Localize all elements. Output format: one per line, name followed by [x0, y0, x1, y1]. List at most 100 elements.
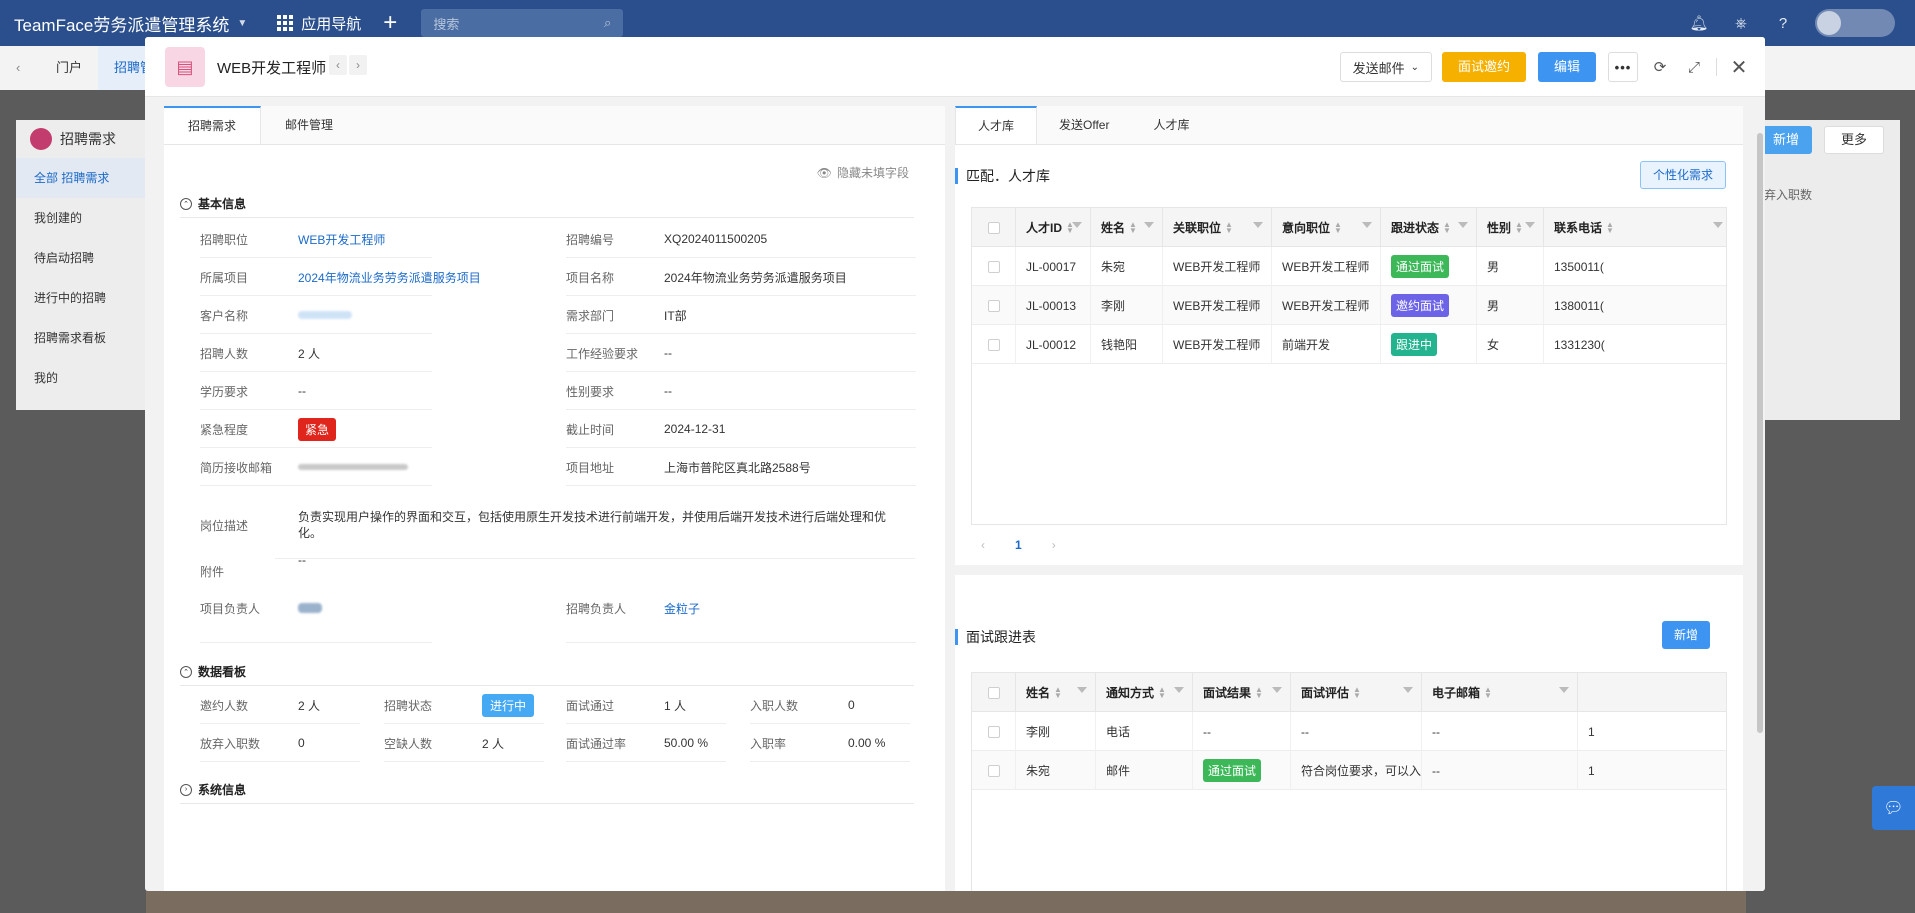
sidebar-item-all[interactable]: 全部 招聘需求	[16, 158, 146, 198]
more-button[interactable]: •••	[1608, 52, 1638, 82]
tab-portal[interactable]: 门户	[40, 46, 98, 90]
fullscreen-icon[interactable]: ⤢	[1682, 52, 1706, 82]
table-row[interactable]: JL-00017 朱宛 WEB开发工程师 WEB开发工程师 通过面试男 1350011(	[972, 247, 1726, 286]
interview-new-button[interactable]: 新增	[1662, 621, 1711, 649]
checkbox[interactable]	[988, 686, 1000, 699]
sidebar-item-pending[interactable]: 待启动招聘	[16, 238, 146, 278]
recruiter-link[interactable]: 金粒子	[664, 589, 700, 627]
sidebar-item-ongoing[interactable]: 进行中的招聘	[16, 278, 146, 318]
prev-record-icon[interactable]: ‹	[329, 55, 347, 75]
bell-icon[interactable]: 🔔︎	[1689, 13, 1709, 33]
interview-invite-button[interactable]: 面试邀约	[1441, 52, 1526, 82]
row-checkbox-cell[interactable]	[972, 751, 1016, 790]
modal-scrollbar[interactable]	[1756, 97, 1764, 891]
filter-icon[interactable]	[1253, 222, 1263, 232]
column-header[interactable]: 性别 ▲ ▼	[1477, 208, 1544, 247]
field-value-attachment: --	[298, 553, 306, 567]
row-checkbox[interactable]	[988, 764, 1000, 777]
send-mail-button[interactable]: 发送邮件 ⌄	[1339, 52, 1432, 82]
filter-icon[interactable]	[1525, 222, 1535, 232]
scrollbar-thumb[interactable]	[1757, 133, 1763, 733]
sort-icon[interactable]: ▲ ▼	[1255, 685, 1263, 699]
help-icon[interactable]: ?	[1773, 13, 1793, 33]
row-checkbox[interactable]	[988, 299, 1000, 312]
filter-icon[interactable]	[1144, 222, 1154, 232]
refresh-icon[interactable]: ⟳	[1648, 52, 1672, 82]
hide-empty-toggle[interactable]: 👁︎ 隐藏未填字段	[817, 164, 909, 181]
row-checkbox[interactable]	[988, 260, 1000, 273]
select-all-checkbox[interactable]	[972, 673, 1016, 712]
column-header[interactable]: 通知方式 ▲ ▼	[1096, 673, 1193, 712]
tab-recruit-requirement[interactable]: 招聘需求	[164, 106, 262, 144]
table-row[interactable]: JL-00013 李刚 WEB开发工程师 WEB开发工程师 邀约面试男 1380011(	[972, 286, 1726, 325]
sort-icon[interactable]: ▲ ▼	[1515, 220, 1523, 234]
sort-icon[interactable]: ▲ ▼	[1484, 685, 1492, 699]
row-checkbox-cell[interactable]	[972, 325, 1016, 364]
app-nav-button[interactable]: 应用导航	[277, 13, 361, 34]
filter-icon[interactable]	[1713, 222, 1723, 232]
sidebar-item-board[interactable]: 招聘需求看板	[16, 318, 146, 358]
background-more-button[interactable]: 更多	[1824, 126, 1884, 154]
tab-talent-pool[interactable]: 人才库	[955, 106, 1038, 144]
section-basic-info[interactable]: ⌃ 基本信息	[180, 195, 246, 212]
sort-icon[interactable]: ▲ ▼	[1225, 220, 1233, 234]
table-row[interactable]: JL-00012 钱艳阳 WEB开发工程师 前端开发 跟进中 女 1331230(	[972, 325, 1726, 364]
row-checkbox-cell[interactable]	[972, 286, 1016, 325]
row-checkbox-cell[interactable]	[972, 712, 1016, 751]
sidebar-item-mine[interactable]: 我的	[16, 358, 146, 398]
tab-talent-pool-2[interactable]: 人才库	[1131, 106, 1211, 144]
global-search-input[interactable]: 搜索 ⌕	[421, 9, 624, 37]
column-header[interactable]: 电子邮箱 ▲ ▼	[1422, 673, 1578, 712]
column-header[interactable]: 姓名 ▲ ▼	[1016, 673, 1096, 712]
custom-requirement-button[interactable]: 个性化需求	[1640, 161, 1727, 189]
sort-icon[interactable]: ▲ ▼	[1353, 685, 1361, 699]
section-dashboard[interactable]: ⌃ 数据看板	[180, 663, 246, 680]
column-header[interactable]: 联系电话 ▲ ▼	[1544, 208, 1726, 247]
org-chart-icon[interactable]: ⎈	[1731, 13, 1751, 33]
row-checkbox-cell[interactable]	[972, 247, 1016, 286]
sort-icon[interactable]: ▲ ▼	[1158, 685, 1166, 699]
sort-icon[interactable]: ▲ ▼	[1129, 220, 1137, 234]
column-header[interactable]: 关联职位 ▲ ▼	[1163, 208, 1272, 247]
column-header[interactable]: 意向职位 ▲ ▼	[1272, 208, 1381, 247]
add-icon[interactable]: +	[383, 9, 397, 37]
tab-mail-management[interactable]: 邮件管理	[261, 106, 357, 144]
select-all-checkbox[interactable]	[972, 208, 1016, 247]
filter-icon[interactable]	[1077, 687, 1087, 697]
column-header[interactable]: 人才ID ▲ ▼	[1016, 208, 1091, 247]
page-number[interactable]: 1	[1015, 538, 1022, 552]
prev-page-icon[interactable]: ‹	[981, 538, 985, 552]
column-header[interactable]: 面试结果 ▲ ▼	[1193, 673, 1291, 712]
tab-scroll-left-icon[interactable]: ‹	[0, 46, 40, 90]
column-header[interactable]: 面试评估 ▲ ▼	[1291, 673, 1422, 712]
row-checkbox[interactable]	[988, 725, 1000, 738]
chat-icon[interactable]: 💬︎	[1872, 786, 1915, 830]
sidebar-item-created[interactable]: 我创建的	[16, 198, 146, 238]
filter-icon[interactable]	[1072, 222, 1082, 232]
sort-icon[interactable]: ▲ ▼	[1334, 220, 1342, 234]
background-new-button[interactable]: 新增	[1760, 126, 1812, 154]
column-header[interactable]: 姓名 ▲ ▼	[1091, 208, 1163, 247]
close-icon[interactable]: ✕	[1727, 52, 1751, 82]
edit-button[interactable]: 编辑	[1537, 52, 1596, 82]
field-link[interactable]: 2024年物流业务劳务派遣服务项目	[298, 258, 481, 296]
filter-icon[interactable]	[1174, 687, 1184, 697]
section-system-info[interactable]: › 系统信息	[180, 781, 246, 798]
app-brand[interactable]: TeamFace劳务派遣管理系统 ▼	[14, 11, 247, 36]
filter-icon[interactable]	[1272, 687, 1282, 697]
filter-icon[interactable]	[1362, 222, 1372, 232]
column-header[interactable]: 跟进状态 ▲ ▼	[1381, 208, 1477, 247]
filter-icon[interactable]	[1458, 222, 1468, 232]
sort-icon[interactable]: ▲ ▼	[1606, 220, 1614, 234]
next-page-icon[interactable]: ›	[1052, 538, 1056, 552]
filter-icon[interactable]	[1403, 687, 1413, 697]
checkbox[interactable]	[988, 221, 1000, 234]
sort-icon[interactable]: ▲ ▼	[1054, 685, 1062, 699]
field-link[interactable]: WEB开发工程师	[298, 220, 385, 258]
sort-icon[interactable]: ▲ ▼	[1443, 220, 1451, 234]
tab-send-offer[interactable]: 发送Offer	[1037, 106, 1131, 144]
row-checkbox[interactable]	[988, 338, 1000, 351]
next-record-icon[interactable]: ›	[349, 55, 367, 75]
filter-icon[interactable]	[1559, 687, 1569, 697]
user-avatar[interactable]	[1815, 9, 1895, 37]
